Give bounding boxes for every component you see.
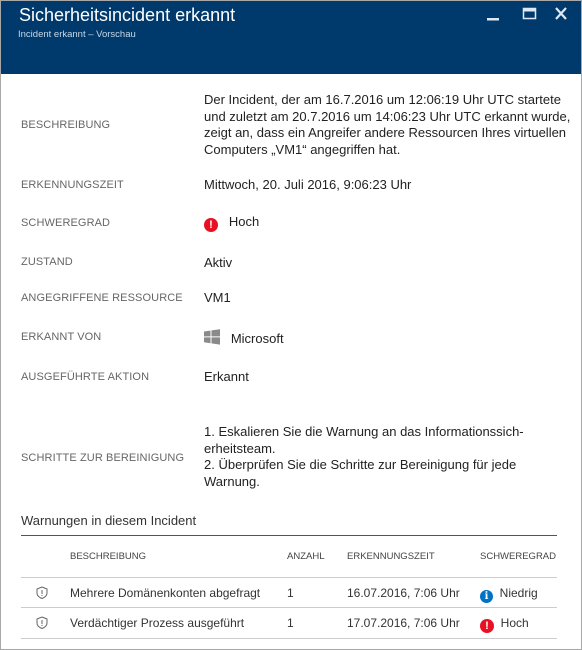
state-value: Aktiv: [204, 255, 233, 270]
column-header-time[interactable]: Erkennungszeit: [347, 551, 435, 562]
severity-text: Niedrig: [499, 586, 538, 600]
alert-severity: i Niedrig: [480, 586, 538, 603]
remediation-steps: 1. Eskalieren Sie die Warnung an das Inf…: [204, 424, 554, 490]
detected-by-label: Erkannt von: [21, 331, 102, 343]
shield-icon: [36, 586, 48, 599]
alert-count: 1: [287, 586, 294, 600]
alerts-section-title: Warnungen in diesem Incident: [21, 513, 197, 528]
row-divider: [21, 607, 557, 608]
high-severity-icon: !: [480, 619, 494, 633]
windows-logo-icon: [204, 329, 220, 345]
maximize-icon: [522, 7, 537, 20]
page-title: Sicherheitsincident erkannt: [19, 5, 236, 25]
state-label: Zustand: [21, 256, 73, 268]
detected-by-text: Microsoft: [230, 331, 284, 346]
action-taken-value: Erkannt: [204, 369, 249, 384]
column-header-count[interactable]: Anzahl: [287, 551, 324, 562]
severity-value: ! Hoch: [204, 214, 259, 232]
shield-icon: [36, 616, 48, 629]
header-divider: [21, 577, 557, 578]
alert-time: 16.07.2016, 7:06 Uhr: [347, 586, 460, 600]
detection-time-value: Mittwoch, 20. Juli 2016, 9:06:23 Uhr: [204, 177, 412, 192]
close-button[interactable]: [553, 6, 571, 22]
description-value: Der Incident, der am 16.7.2016 um 12:06:…: [204, 92, 571, 157]
maximize-button[interactable]: [521, 6, 539, 22]
section-divider: [21, 535, 557, 536]
page-subtitle: Incident erkannt – Vorschau: [18, 29, 136, 40]
alert-count: 1: [287, 616, 294, 630]
high-severity-icon: !: [204, 218, 218, 232]
close-icon: [555, 7, 567, 20]
blade-header: Sicherheitsincident erkannt Incident erk…: [1, 1, 581, 74]
remediation-steps-label: Schritte zur Bereinigung: [21, 452, 185, 464]
minimize-icon: [487, 18, 499, 21]
attacked-resource-label: Angegriffene Ressource: [21, 292, 183, 304]
severity-text: Hoch: [228, 214, 260, 229]
alert-description: Mehrere Domänenkonten abgefragt: [70, 586, 261, 600]
attacked-resource-value: VM1: [204, 290, 231, 305]
action-taken-label: Ausgeführte Aktion: [21, 371, 150, 383]
column-header-severity[interactable]: Schweregrad: [480, 551, 556, 562]
alert-time: 17.07.2016, 7:06 Uhr: [347, 616, 460, 630]
row-divider: [21, 638, 557, 639]
info-icon: i: [480, 590, 493, 603]
detected-by-value: Microsoft: [204, 329, 284, 348]
severity-text: Hoch: [500, 616, 529, 630]
minimize-button[interactable]: [484, 6, 502, 22]
description-label: Beschreibung: [21, 119, 111, 131]
remediation-step: 1. Eskalieren Sie die Warnung an das Inf…: [204, 424, 524, 456]
alert-description: Verdächtiger Prozess ausgeführt: [70, 616, 245, 630]
detection-time-label: Erkennungszeit: [21, 179, 124, 191]
remediation-step: 2. Überprüfen Sie die Schritte zur Berei…: [204, 457, 517, 489]
severity-label: Schweregrad: [21, 217, 111, 229]
alert-severity: ! Hoch: [480, 616, 529, 633]
column-header-description[interactable]: Beschreibung: [70, 551, 146, 562]
